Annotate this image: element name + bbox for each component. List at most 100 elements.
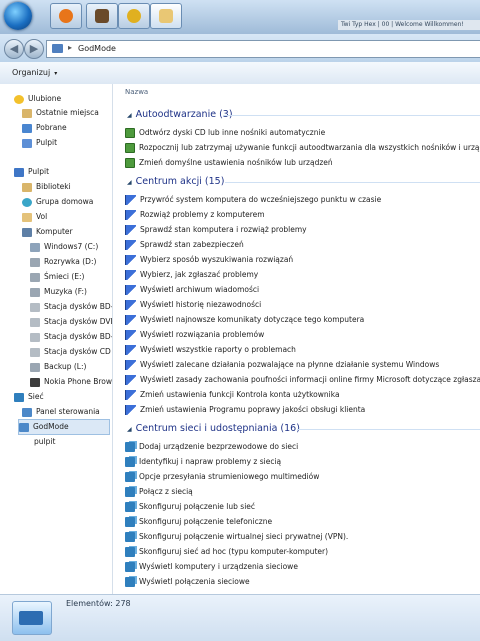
forward-button[interactable]: ▶ xyxy=(24,39,44,59)
folder-icon xyxy=(52,44,63,53)
list-item[interactable]: Wyświetl rozwiązania problemów xyxy=(125,328,264,342)
command-bar: Organizuj ▾ xyxy=(0,62,480,85)
optical-drive-icon xyxy=(30,332,40,342)
group-divider xyxy=(225,182,480,183)
nav-network[interactable]: Sieć xyxy=(14,390,44,404)
recent-places-icon xyxy=(22,108,32,118)
list-item[interactable]: Zmień ustawienia funkcji Kontrola konta … xyxy=(125,388,340,402)
organize-button[interactable]: Organizuj ▾ xyxy=(12,68,57,77)
list-item[interactable]: Opcje przesyłania strumieniowego multime… xyxy=(125,470,319,484)
chevron-down-icon: ▾ xyxy=(54,70,58,77)
breadcrumb-separator: ▸ xyxy=(68,43,73,52)
network-icon xyxy=(125,532,135,542)
folder-icon xyxy=(159,9,173,23)
taskbar-app-firefox[interactable] xyxy=(50,3,82,29)
list-item[interactable]: Sprawdź stan komputera i rozwiąż problem… xyxy=(125,223,307,237)
nav-drive[interactable]: Śmieci (E:) xyxy=(30,270,84,284)
nav-drive[interactable]: Rozrywka (D:) xyxy=(30,255,96,269)
flag-icon xyxy=(125,225,136,235)
list-item[interactable]: Odtwórz dyski CD lub inne nośniki automa… xyxy=(125,126,325,140)
optical-drive-icon xyxy=(30,347,40,357)
group-header[interactable]: ◢ Centrum sieci i udostępniania (16) xyxy=(127,422,300,436)
list-item[interactable]: Rozpocznij lub zatrzymaj używanie funkcj… xyxy=(125,141,480,155)
list-item[interactable]: Identyfikuj i napraw problemy z siecią xyxy=(125,455,281,469)
user-icon xyxy=(22,212,32,222)
taskbar-app-game[interactable] xyxy=(86,3,118,29)
taskbar-app-explorer[interactable] xyxy=(150,3,182,29)
nav-desktop[interactable]: Pulpit xyxy=(14,165,49,179)
nav-drive[interactable]: Nokia Phone Brow xyxy=(30,375,112,389)
nav-favorites[interactable]: Ulubione xyxy=(14,92,61,106)
drive-icon xyxy=(30,362,40,372)
list-item[interactable]: Sprawdź stan zabezpieczeń xyxy=(125,238,244,252)
list-item[interactable]: Dodaj urządzenie bezprzewodowe do sieci xyxy=(125,440,298,454)
list-item[interactable]: Wybierz sposób wyszukiwania rozwiązań xyxy=(125,253,293,267)
list-item[interactable]: Rozwiąż problemy z komputerem xyxy=(125,208,265,222)
taskbar: Twi Typ Hex | 00 | Welcome Willkommen! xyxy=(0,0,480,34)
nav-item[interactable]: Ostatnie miejsca xyxy=(22,106,99,120)
autoplay-icon xyxy=(125,143,135,153)
nav-item[interactable]: Grupa domowa xyxy=(22,195,93,209)
address-bar-row: ◀ ▶ ▸ GodMode xyxy=(0,34,480,63)
network-icon xyxy=(14,392,24,402)
list-item[interactable]: Wyświetl najnowsze komunikaty dotyczące … xyxy=(125,313,364,327)
nav-drive[interactable]: Windows7 (C:) xyxy=(30,240,98,254)
flag-icon xyxy=(125,360,136,370)
list-item[interactable]: Skonfiguruj połączenie telefoniczne xyxy=(125,515,272,529)
nav-drive[interactable]: Stacja dysków BD- xyxy=(30,300,112,314)
item-count: Elementów: 278 xyxy=(66,599,131,608)
computer-icon xyxy=(22,227,32,237)
list-item[interactable]: Wyświetl historię niezawodności xyxy=(125,298,261,312)
list-item[interactable]: Połącz z siecią xyxy=(125,485,193,499)
list-item[interactable]: Skonfiguruj sieć ad hoc (typu komputer-k… xyxy=(125,545,328,559)
column-header-name[interactable]: Nazwa xyxy=(125,88,148,96)
nav-item[interactable]: pulpit xyxy=(34,435,55,449)
nav-drive[interactable]: Muzyka (F:) xyxy=(30,285,87,299)
list-item[interactable]: Przywróć system komputera do wcześniejsz… xyxy=(125,193,381,207)
network-icon xyxy=(125,442,135,452)
flag-icon xyxy=(125,390,136,400)
list-item[interactable]: Wyświetl połączenia sieciowe xyxy=(125,575,250,589)
address-field[interactable]: ▸ GodMode xyxy=(46,40,480,58)
taskbar-app-media[interactable] xyxy=(118,3,150,29)
list-item[interactable]: Wyświetl wszystkie raporty o problemach xyxy=(125,343,296,357)
autoplay-icon xyxy=(125,128,135,138)
drive-icon xyxy=(30,272,40,282)
game-icon xyxy=(95,9,109,23)
list-item[interactable]: Skonfiguruj połączenie lub sieć xyxy=(125,500,255,514)
network-icon xyxy=(125,577,135,587)
list-item[interactable]: Wybierz, jak zgłaszać problemy xyxy=(125,268,258,282)
start-button[interactable] xyxy=(4,2,32,30)
flag-icon xyxy=(125,270,136,280)
control-panel-icon xyxy=(22,407,32,417)
list-item[interactable]: Zmień domyślne ustawienia nośników lub u… xyxy=(125,156,333,170)
autoplay-icon xyxy=(125,158,135,168)
nav-drive[interactable]: Backup (L:) xyxy=(30,360,86,374)
windows-drive-icon xyxy=(30,242,40,252)
nav-godmode[interactable]: GodMode xyxy=(18,419,110,435)
nav-drive[interactable]: Stacja dysków BD- xyxy=(30,330,112,344)
list-item[interactable]: Wyświetl archiwum wiadomości xyxy=(125,283,259,297)
details-pane: Elementów: 278 xyxy=(0,594,480,641)
libraries-icon xyxy=(22,182,32,192)
group-header[interactable]: ◢ Centrum akcji (15) xyxy=(127,175,224,189)
nav-drive[interactable]: Stacja dysków CD xyxy=(30,345,111,359)
nav-drive[interactable]: Stacja dysków DVD xyxy=(30,315,112,329)
star-icon xyxy=(14,94,24,104)
nav-item[interactable]: Vol xyxy=(22,210,47,224)
nav-item[interactable]: Komputer xyxy=(22,225,73,239)
nav-item[interactable]: Biblioteki xyxy=(22,180,71,194)
breadcrumb[interactable]: GodMode xyxy=(78,44,116,53)
nav-item[interactable]: Pulpit xyxy=(22,136,57,150)
network-icon xyxy=(125,502,135,512)
list-item[interactable]: Skonfiguruj połączenie wirtualnej sieci … xyxy=(125,530,348,544)
back-button[interactable]: ◀ xyxy=(4,39,24,59)
group-header[interactable]: ◢ Autoodtwarzanie (3) xyxy=(127,108,233,122)
nav-control-panel[interactable]: Panel sterowania xyxy=(22,405,100,419)
control-panel-icon xyxy=(19,422,29,432)
list-item[interactable]: Zmień ustawienia Programu poprawy jakośc… xyxy=(125,403,365,417)
nav-item[interactable]: Pobrane xyxy=(22,121,67,135)
list-item[interactable]: Wyświetl komputery i urządzenia sieciowe xyxy=(125,560,298,574)
list-item[interactable]: Wyświetl zalecane działania pozwalające … xyxy=(125,358,439,372)
list-item[interactable]: Wyświetl zasady zachowania poufności inf… xyxy=(125,373,480,387)
